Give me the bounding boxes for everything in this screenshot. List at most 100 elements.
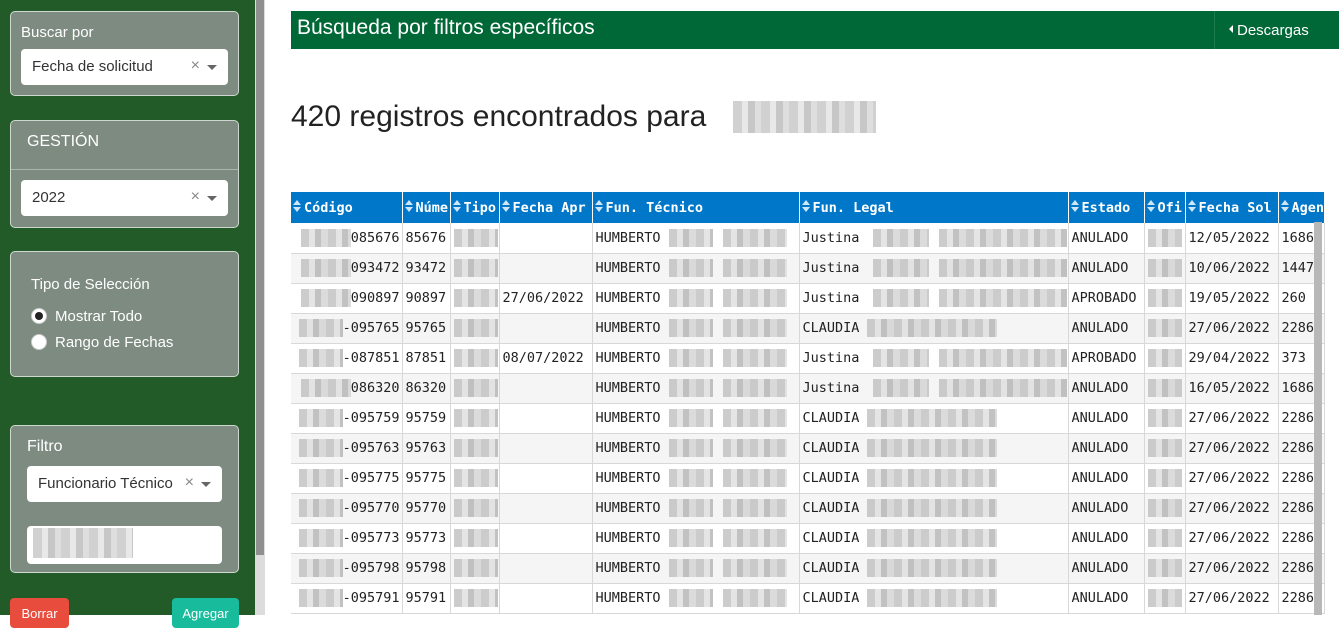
column-header-fun-legal[interactable]: Fun. Legal bbox=[799, 192, 1069, 223]
column-header-numero[interactable]: Núme bbox=[402, 192, 451, 223]
fecha-apr-value: 27/06/2022 bbox=[502, 290, 584, 306]
clear-icon[interactable]: × bbox=[185, 474, 194, 492]
cell-fecha-apr bbox=[499, 253, 593, 284]
estado-value: ANULADO bbox=[1071, 440, 1129, 456]
fun-legal-value: CLAUDIA bbox=[802, 530, 860, 546]
cell-estado: ANULADO bbox=[1068, 463, 1145, 494]
sort-icon[interactable] bbox=[1280, 199, 1290, 213]
column-header-fecha-apr[interactable]: Fecha Apr bbox=[499, 192, 593, 223]
codigo-value: -095763 bbox=[342, 440, 400, 456]
redacted-text bbox=[867, 439, 998, 457]
redacted-text bbox=[668, 589, 713, 607]
cell-fecha-sol: 27/06/2022 bbox=[1185, 313, 1279, 344]
column-header-estado[interactable]: Estado bbox=[1068, 192, 1145, 223]
table-row[interactable]: -095759 95759 HUMBERTO CLAUDIA ANULADO 27/06/… bbox=[291, 403, 1326, 434]
column-header-fecha-sol[interactable]: Fecha Sol bbox=[1185, 192, 1279, 223]
redacted-text bbox=[298, 589, 343, 607]
redacted-text bbox=[722, 499, 787, 517]
cell-fecha-sol: 27/06/2022 bbox=[1185, 403, 1279, 434]
radio-mostrar-todo-label[interactable]: Mostrar Todo bbox=[55, 308, 142, 325]
cell-fecha-apr bbox=[499, 313, 593, 344]
radio-rango-fechas-label[interactable]: Rango de Fechas bbox=[55, 334, 173, 351]
codigo-value: -095791 bbox=[342, 590, 400, 606]
codigo-value: -095798 bbox=[342, 560, 400, 576]
table-row[interactable]: 093472 93472 HUMBERTO Justina ANULADO 10/06/2… bbox=[291, 253, 1326, 284]
cell-oficina bbox=[1144, 343, 1186, 374]
cell-codigo: 086320 bbox=[291, 373, 403, 404]
sort-icon[interactable] bbox=[404, 199, 414, 213]
table-row[interactable]: -095770 95770 HUMBERTO CLAUDIA ANULADO 27/06/… bbox=[291, 493, 1326, 524]
redacted-text bbox=[939, 349, 1067, 367]
gestion-panel: GESTIÓN 2022 × bbox=[10, 120, 239, 228]
sidebar-scrollbar-thumb[interactable] bbox=[256, 0, 264, 555]
table-row[interactable]: -095791 95791 HUMBERTO CLAUDIA ANULADO 27/06/… bbox=[291, 583, 1326, 614]
cell-codigo: -095791 bbox=[291, 583, 403, 614]
redacted-text bbox=[1147, 589, 1182, 607]
redacted-text bbox=[668, 439, 713, 457]
cell-tipo bbox=[450, 283, 500, 314]
column-header-fun-tecnico[interactable]: Fun. Técnico bbox=[592, 192, 800, 223]
filtro-text-input[interactable] bbox=[27, 526, 222, 564]
table-row[interactable]: 085676 85676 HUMBERTO Justina ANULADO 12/05/2… bbox=[291, 223, 1326, 254]
clear-icon[interactable]: × bbox=[191, 188, 200, 206]
fun-legal-value: CLAUDIA bbox=[802, 500, 860, 516]
table-row[interactable]: -095763 95763 HUMBERTO CLAUDIA ANULADO 27/06/… bbox=[291, 433, 1326, 464]
table-row[interactable]: 090897 90897 27/06/2022 HUMBERTO Justina APRO… bbox=[291, 283, 1326, 314]
redacted-text bbox=[722, 589, 787, 607]
fecha-sol-value: 29/04/2022 bbox=[1188, 350, 1270, 366]
redacted-text bbox=[1147, 319, 1182, 337]
filtro-select[interactable]: Funcionario Técnico × bbox=[27, 466, 222, 502]
fun-tecnico-value: HUMBERTO bbox=[595, 440, 661, 456]
column-header-codigo[interactable]: Código bbox=[291, 192, 403, 223]
sort-icon[interactable] bbox=[594, 199, 604, 213]
table-row[interactable]: -095798 95798 HUMBERTO CLAUDIA ANULADO 27/06/… bbox=[291, 553, 1326, 584]
column-header-oficina[interactable]: Ofi bbox=[1144, 192, 1186, 223]
sort-icon[interactable] bbox=[501, 199, 511, 213]
sort-icon[interactable] bbox=[452, 199, 462, 213]
redacted-text bbox=[453, 409, 498, 427]
agencia-value: 2286 bbox=[1281, 440, 1315, 456]
descargas-button[interactable]: Descargas bbox=[1214, 11, 1339, 49]
sort-icon[interactable] bbox=[1070, 199, 1080, 213]
agregar-button[interactable]: Agregar bbox=[172, 598, 239, 628]
table-row[interactable]: -087851 87851 08/07/2022 HUMBERTO Justina APR… bbox=[291, 343, 1326, 374]
sort-icon[interactable] bbox=[1187, 199, 1197, 213]
agencia-value: 2286 bbox=[1281, 470, 1315, 486]
redacted-text bbox=[668, 469, 713, 487]
sort-icon[interactable] bbox=[293, 199, 302, 213]
redacted-text bbox=[1147, 469, 1182, 487]
cell-codigo: -095770 bbox=[291, 493, 403, 524]
fun-tecnico-value: HUMBERTO bbox=[595, 410, 661, 426]
chevron-down-icon[interactable] bbox=[207, 196, 217, 201]
sort-icon[interactable] bbox=[801, 199, 811, 213]
table-row[interactable]: -095775 95775 HUMBERTO CLAUDIA ANULADO 27/06/… bbox=[291, 463, 1326, 494]
column-header-tipo[interactable]: Tipo bbox=[450, 192, 500, 223]
radio-mostrar-todo[interactable] bbox=[31, 308, 47, 324]
cell-fun-tecnico: HUMBERTO bbox=[592, 553, 800, 584]
numero-value: 87851 bbox=[405, 350, 447, 366]
cell-fun-tecnico: HUMBERTO bbox=[592, 493, 800, 524]
table-row[interactable]: -095773 95773 HUMBERTO CLAUDIA ANULADO 27/06/… bbox=[291, 523, 1326, 554]
chevron-down-icon[interactable] bbox=[207, 65, 217, 70]
fun-tecnico-value: HUMBERTO bbox=[595, 590, 661, 606]
column-header-agencia[interactable]: Agen bbox=[1278, 192, 1326, 223]
cell-fun-legal: Justina bbox=[799, 223, 1069, 254]
cell-oficina bbox=[1144, 583, 1186, 614]
cell-fecha-sol: 10/06/2022 bbox=[1185, 253, 1279, 284]
redacted-text bbox=[298, 529, 343, 547]
table-row[interactable]: -095765 95765 HUMBERTO CLAUDIA ANULADO 27/06/… bbox=[291, 313, 1326, 344]
sort-icon[interactable] bbox=[1146, 199, 1156, 213]
cell-numero: 85676 bbox=[402, 223, 451, 254]
table-scrollbar[interactable] bbox=[1314, 222, 1322, 615]
borrar-button[interactable]: Borrar bbox=[10, 598, 69, 628]
redacted-text bbox=[668, 289, 713, 307]
gestion-select[interactable]: 2022 × bbox=[21, 180, 228, 216]
fecha-sol-value: 27/06/2022 bbox=[1188, 560, 1270, 576]
table-row[interactable]: 086320 86320 HUMBERTO Justina ANULADO 16/05/2… bbox=[291, 373, 1326, 404]
radio-rango-fechas[interactable] bbox=[31, 334, 47, 350]
buscar-por-select[interactable]: Fecha de solicitud × bbox=[21, 49, 228, 85]
clear-icon[interactable]: × bbox=[191, 57, 200, 75]
cell-estado: ANULADO bbox=[1068, 433, 1145, 464]
chevron-down-icon[interactable] bbox=[201, 482, 211, 487]
cell-numero: 95763 bbox=[402, 433, 451, 464]
